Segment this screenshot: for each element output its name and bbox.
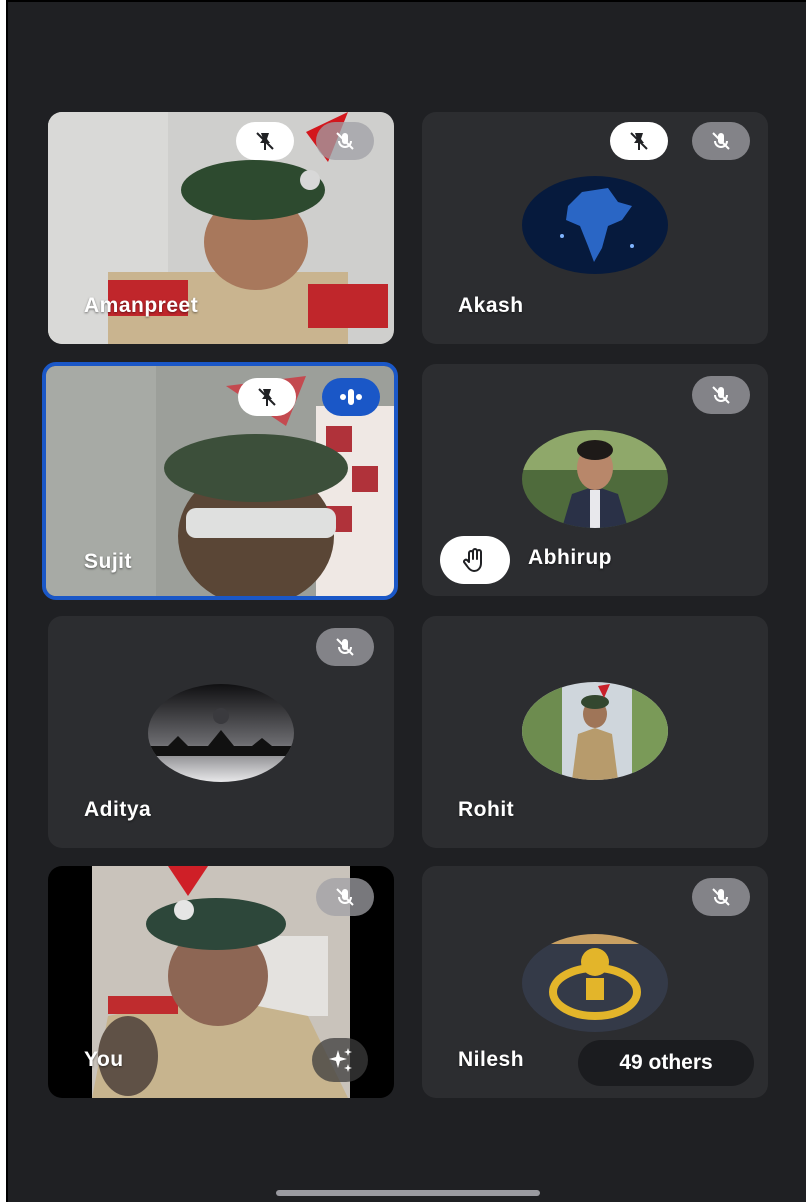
participant-name: Rohit — [458, 798, 515, 821]
mic-off-icon — [712, 132, 730, 150]
speaking-indicator — [322, 378, 380, 416]
participant-name: Aditya — [84, 798, 152, 821]
avatar — [522, 934, 668, 1032]
avatar — [522, 176, 668, 274]
raised-hand-icon — [463, 548, 482, 572]
pin-off-button[interactable] — [610, 122, 668, 160]
mic-off-indicator — [692, 878, 750, 916]
mic-off-indicator — [692, 376, 750, 414]
participant-name: Sujit — [84, 550, 132, 573]
participant-tile-rohit[interactable]: Rohit — [422, 616, 768, 848]
mic-off-icon — [336, 132, 354, 150]
participant-tile-nilesh[interactable]: Nilesh 49 others — [422, 866, 768, 1098]
avatar — [148, 684, 294, 782]
participant-name: You — [84, 1048, 124, 1071]
pin-off-icon — [256, 132, 274, 150]
raised-hand-badge — [440, 536, 510, 584]
participant-tile-amanpreet[interactable]: Amanpreet — [48, 112, 394, 344]
mic-off-icon — [712, 386, 730, 404]
pin-off-icon — [630, 132, 648, 150]
others-button[interactable]: 49 others — [578, 1040, 754, 1086]
participant-name: Nilesh — [458, 1048, 525, 1071]
participant-name: Abhirup — [528, 546, 612, 569]
participant-tile-sujit[interactable]: Sujit — [42, 362, 398, 600]
participant-tile-akash[interactable]: Akash — [422, 112, 768, 344]
avatar — [522, 430, 668, 528]
mic-off-indicator — [692, 122, 750, 160]
avatar — [522, 682, 668, 780]
pin-off-button[interactable] — [238, 378, 296, 416]
participant-name: Akash — [458, 294, 524, 317]
home-indicator[interactable] — [276, 1190, 540, 1196]
participant-tile-aditya[interactable]: Aditya — [48, 616, 394, 848]
participant-grid: Amanpreet Akash Sujit Abhirup Aditya Roh… — [0, 0, 806, 1202]
mic-off-indicator — [316, 628, 374, 666]
audio-level-icon — [340, 389, 362, 405]
participant-tile-self[interactable]: You — [48, 866, 394, 1098]
pin-off-button[interactable] — [236, 122, 294, 160]
participant-tile-abhirup[interactable]: Abhirup — [422, 364, 768, 596]
pin-off-icon — [258, 388, 276, 406]
participant-name: Amanpreet — [84, 294, 199, 317]
mic-off-indicator — [316, 122, 374, 160]
mic-off-icon — [712, 888, 730, 906]
effects-button[interactable] — [312, 1038, 368, 1082]
sparkle-effects-icon — [329, 1048, 352, 1072]
mic-off-indicator — [316, 878, 374, 916]
mic-off-icon — [336, 638, 354, 656]
mic-off-icon — [336, 888, 354, 906]
